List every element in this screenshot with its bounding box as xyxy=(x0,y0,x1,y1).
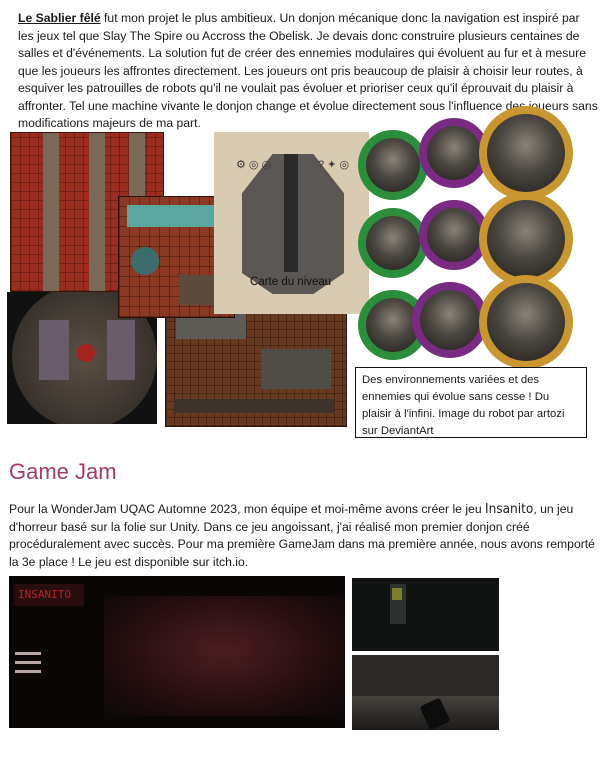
robot-token xyxy=(412,282,488,358)
game-logo: INSANITO xyxy=(14,584,84,606)
robot-token xyxy=(479,275,573,369)
gamejam-description: Pour la WonderJam UQAC Automne 2023, mon… xyxy=(9,501,595,569)
map-node-icon: ⚙ ◎ ◎ xyxy=(236,159,272,171)
menu-line xyxy=(15,652,41,655)
section-heading: Game Jam xyxy=(9,459,117,484)
project-title: Le Sablier fêlé xyxy=(18,11,101,25)
game-screenshot-corridor xyxy=(352,578,499,651)
map-caption: Carte du niveau xyxy=(250,276,332,288)
menu-line xyxy=(15,661,41,664)
game-screenshot-menu: INSANITO xyxy=(9,576,345,728)
menu-line xyxy=(15,670,41,673)
robot-token xyxy=(479,192,573,286)
map-node-icon: ? ✦ ◎ xyxy=(318,159,350,171)
image-caption-box: Des environnements variées et des ennemi… xyxy=(355,367,587,438)
robot-token xyxy=(358,130,428,200)
robot-token xyxy=(479,106,573,200)
game-name: Insanito xyxy=(485,501,534,517)
robot-token xyxy=(358,208,428,278)
game-screenshot-room xyxy=(352,655,499,730)
